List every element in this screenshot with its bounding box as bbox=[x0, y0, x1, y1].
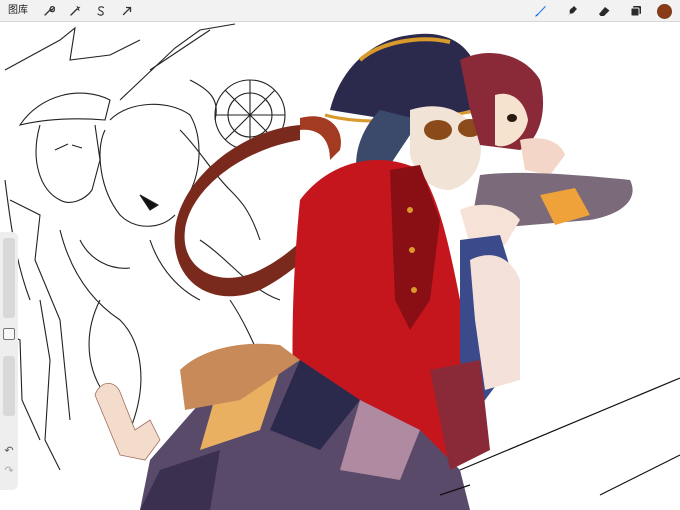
brush-sidebar: ↶ ↷ bbox=[0, 232, 18, 490]
transform-arrow-icon[interactable] bbox=[116, 0, 138, 22]
magic-wand-icon[interactable] bbox=[64, 0, 86, 22]
right-tool-group bbox=[529, 0, 672, 22]
artwork bbox=[0, 23, 680, 510]
color-swatch[interactable] bbox=[657, 3, 672, 19]
layers-icon[interactable] bbox=[625, 0, 647, 22]
top-toolbar: 图库 bbox=[0, 0, 680, 22]
undo-icon[interactable]: ↶ bbox=[0, 444, 18, 457]
redo-icon[interactable]: ↷ bbox=[0, 464, 18, 477]
gallery-button[interactable]: 图库 bbox=[8, 0, 28, 22]
left-tool-group bbox=[38, 0, 138, 22]
modify-button[interactable] bbox=[3, 328, 15, 340]
eraser-icon[interactable] bbox=[593, 0, 615, 22]
brush-size-slider[interactable] bbox=[3, 238, 15, 318]
selection-s-icon[interactable] bbox=[90, 0, 112, 22]
main-figure bbox=[94, 33, 633, 510]
wrench-icon[interactable] bbox=[38, 0, 60, 22]
drawing-canvas[interactable] bbox=[0, 22, 680, 510]
brush-opacity-slider[interactable] bbox=[3, 356, 15, 416]
brush-icon[interactable] bbox=[529, 0, 551, 22]
smudge-icon[interactable] bbox=[561, 0, 583, 22]
